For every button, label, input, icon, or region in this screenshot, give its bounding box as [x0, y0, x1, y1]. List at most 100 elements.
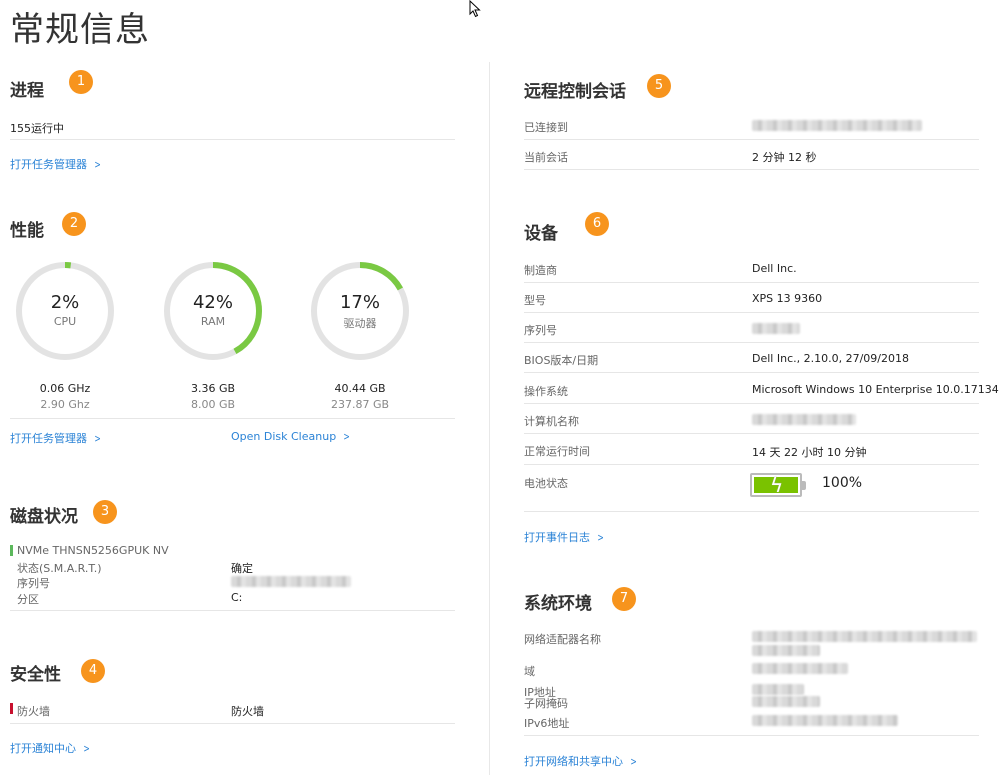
remote-title: 远程控制会话	[524, 82, 626, 102]
divider	[524, 511, 979, 512]
open-task-manager-link-2[interactable]: 打开任务管理器 >	[10, 430, 102, 446]
chevron-right-icon: >	[94, 432, 101, 445]
cpu-value: 0.06 GHz	[39, 382, 91, 395]
device-row-value: XPS 13 9360	[752, 292, 823, 305]
disk-row-label: 序列号	[17, 577, 50, 590]
chevron-right-icon: >	[343, 430, 351, 443]
divider	[524, 372, 979, 373]
drive-value: 40.44 GB	[334, 382, 386, 395]
link-label: 打开事件日志	[524, 531, 590, 544]
system-row-label: 子网掩码	[524, 697, 568, 710]
firewall-value: 防火墙	[231, 705, 264, 718]
performance-title: 性能	[10, 221, 44, 241]
open-network-center-link[interactable]: 打开网络和共享中心 >	[524, 753, 638, 769]
gauge-name: CPU	[53, 315, 77, 328]
link-label: 打开通知中心	[10, 742, 76, 755]
firewall-label: 防火墙	[17, 705, 50, 718]
performance-badge: 2	[62, 212, 86, 236]
disk-health-indicator	[10, 545, 13, 556]
ram-gauge: 42% RAM	[161, 259, 265, 363]
process-title: 进程	[10, 81, 44, 101]
remote-row-label: 当前会话	[524, 151, 568, 164]
open-disk-cleanup-link[interactable]: Open Disk Cleanup >	[231, 430, 351, 443]
firewall-alert-indicator	[10, 703, 13, 714]
divider	[524, 282, 979, 283]
redacted-ip	[752, 684, 804, 695]
remote-row-label: 已连接到	[524, 121, 568, 134]
link-label: 打开任务管理器	[10, 158, 87, 171]
device-row-value: Microsoft Windows 10 Enterprise 10.0.171…	[752, 383, 999, 396]
security-badge: 4	[81, 659, 105, 683]
battery-tip	[802, 481, 806, 490]
ram-sub: 8.00 GB	[190, 398, 236, 411]
divider	[10, 418, 455, 419]
system-row-label: 网络适配器名称	[524, 633, 601, 646]
battery-charging-icon: ϟ	[750, 473, 806, 497]
ram-value: 3.36 GB	[190, 382, 236, 395]
page-title: 常规信息	[10, 10, 150, 50]
divider	[524, 403, 979, 404]
chevron-right-icon: >	[94, 158, 101, 171]
device-row-label: 制造商	[524, 264, 557, 277]
divider	[524, 735, 979, 736]
device-row-label: 电池状态	[524, 477, 568, 490]
redacted-serial	[231, 576, 351, 587]
gauge-percent: 2%	[50, 292, 80, 313]
gauge-name: RAM	[200, 315, 226, 328]
gauge-percent: 42%	[192, 292, 233, 313]
redacted-connection	[752, 120, 922, 131]
disk-row-value: 确定	[231, 562, 253, 575]
process-running: 155运行中	[10, 122, 64, 135]
link-label: Open Disk Cleanup	[231, 430, 337, 443]
divider	[524, 139, 979, 140]
drive-gauge: 17% 驱动器	[308, 259, 412, 363]
redacted-subnet	[752, 696, 820, 707]
process-badge: 1	[69, 70, 93, 94]
disk-row-label: 状态(S.M.A.R.T.)	[17, 562, 102, 575]
device-title: 设备	[524, 224, 558, 244]
open-notification-center-link[interactable]: 打开通知中心 >	[10, 740, 91, 756]
redacted-computer-name	[752, 414, 856, 425]
open-task-manager-link[interactable]: 打开任务管理器 >	[10, 156, 102, 172]
divider	[524, 342, 979, 343]
chevron-right-icon: >	[597, 531, 604, 544]
redacted-adapter-2	[752, 645, 820, 656]
system-badge: 7	[612, 587, 636, 611]
device-badge: 6	[585, 212, 609, 236]
chevron-right-icon: >	[83, 742, 90, 755]
system-row-label: 域	[524, 665, 535, 678]
device-row-value: Dell Inc., 2.10.0, 27/09/2018	[752, 352, 909, 365]
lightning-bolt-icon: ϟ	[770, 473, 784, 497]
column-divider	[489, 62, 490, 775]
disk-row-label: 分区	[17, 593, 39, 606]
divider	[524, 169, 979, 170]
device-row-label: 正常运行时间	[524, 445, 590, 458]
device-row-value: 14 天 22 小时 10 分钟	[752, 446, 867, 459]
disk-row-value: C:	[231, 591, 243, 604]
system-row-label: IPv6地址	[524, 717, 570, 730]
system-title: 系统环境	[524, 594, 592, 614]
gauge-name: 驱动器	[343, 317, 377, 330]
divider	[524, 433, 979, 434]
disk-title: 磁盘状况	[10, 507, 78, 527]
device-row-label: 计算机名称	[524, 415, 579, 428]
cpu-gauge: 2% CPU	[13, 259, 117, 363]
security-title: 安全性	[10, 665, 61, 685]
remote-row-value: 2 分钟 12 秒	[752, 151, 817, 164]
remote-badge: 5	[647, 74, 671, 98]
battery-percent: 100%	[822, 475, 863, 491]
device-row-label: BIOS版本/日期	[524, 354, 599, 367]
device-row-label: 型号	[524, 294, 546, 307]
gauge-percent: 17%	[339, 292, 380, 313]
redacted-ipv6	[752, 715, 898, 726]
device-row-label: 操作系统	[524, 385, 568, 398]
divider	[10, 723, 455, 724]
drive-sub: 237.87 GB	[330, 398, 390, 411]
open-event-log-link[interactable]: 打开事件日志 >	[524, 529, 605, 545]
disk-drive-name: NVMe THNSN5256GPUK NV	[17, 544, 169, 557]
redacted-adapter	[752, 631, 977, 642]
divider	[10, 139, 455, 140]
link-label: 打开任务管理器	[10, 432, 87, 445]
divider	[10, 610, 455, 611]
divider	[524, 312, 979, 313]
